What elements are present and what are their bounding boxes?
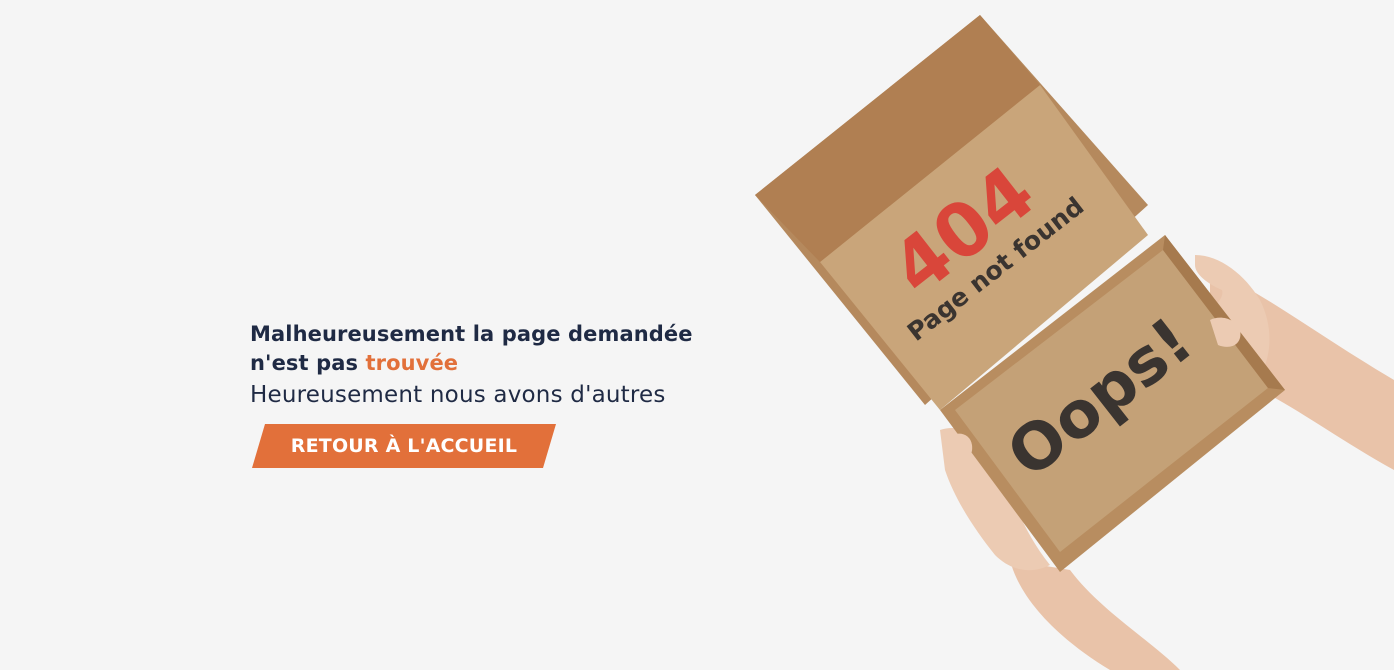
- headline-line1: Malheureusement la page demandée: [250, 322, 693, 346]
- left-arm: [1010, 560, 1180, 670]
- box-illustration: 404 Page not found Oops!: [755, 15, 1394, 670]
- error-page: Malheureusement la page demandée n'est p…: [0, 0, 1394, 670]
- headline-line2: n'est pas: [250, 351, 366, 375]
- headline: Malheureusement la page demandée n'est p…: [250, 320, 770, 378]
- subline: Heureusement nous avons d'autres: [250, 382, 666, 408]
- back-home-button[interactable]: RETOUR À L'ACCUEIL: [252, 424, 556, 468]
- error-message: Malheureusement la page demandée n'est p…: [250, 320, 770, 410]
- back-home-label: RETOUR À L'ACCUEIL: [290, 435, 518, 457]
- headline-accent: trouvée: [365, 351, 459, 375]
